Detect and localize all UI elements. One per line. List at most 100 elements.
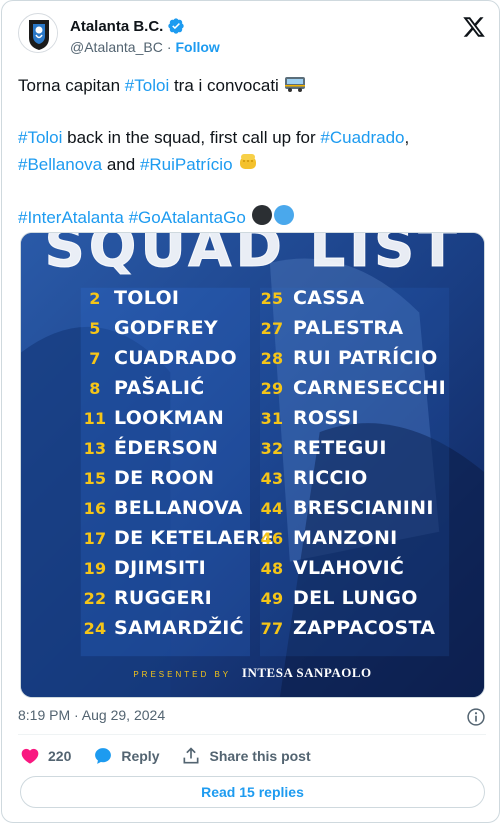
player-name: RUI PATRÍCIO <box>293 347 438 369</box>
player-name: DEL LUNGO <box>293 587 418 609</box>
player-row: 5 GODFREY <box>76 313 274 343</box>
player-name: DJIMSITI <box>114 557 207 579</box>
sponsor-line: PRESENTED BY INTESA SANPAOLO <box>21 665 484 681</box>
player-number: 48 <box>260 558 284 578</box>
player-row: 17 DE KETELAERE <box>76 523 274 553</box>
player-number: 27 <box>260 318 284 338</box>
text-segment: tra i convocati <box>169 76 284 95</box>
hashtag-toloi[interactable]: #Toloi <box>125 76 169 95</box>
player-row: 2 TOLOI <box>76 283 274 313</box>
reply-label: Reply <box>121 748 160 764</box>
hashtag-ruipatricio[interactable]: #RuiPatrício <box>140 155 233 174</box>
player-number: 29 <box>260 378 284 398</box>
player-number: 13 <box>83 438 107 458</box>
player-number: 19 <box>83 558 107 578</box>
player-row: 31 ROSSI <box>251 403 446 433</box>
player-name: RETEGUI <box>293 437 387 459</box>
timestamp[interactable]: 8:19 PM · Aug 29, 2024 <box>18 707 165 723</box>
player-list-left: 2 TOLOI 5 GODFREY 7 CUADRADO 8 PAŠALIĆ 11 LOOKMAN… <box>76 283 274 643</box>
player-row: 77 ZAPPACOSTA <box>251 613 446 643</box>
player-number: 5 <box>89 318 101 338</box>
player-row: 29 CARNESECCHI <box>251 373 446 403</box>
player-row: 16 BELLANOVA <box>76 493 274 523</box>
hashtag-goatalantago[interactable]: #GoAtalantaGo <box>129 208 246 227</box>
player-number: 22 <box>83 588 107 608</box>
player-row: 44 BRESCIANINI <box>251 493 446 523</box>
avatar[interactable] <box>18 13 58 53</box>
player-name: BELLANOVA <box>114 497 243 519</box>
read-replies-button[interactable]: Read 15 replies <box>20 776 485 808</box>
player-row: 15 DE ROON <box>76 463 274 493</box>
player-number: 77 <box>260 618 284 638</box>
tweet-card: Atalanta B.C. @Atalanta_BC · Follow Torn… <box>1 0 500 823</box>
text-segment: and <box>102 155 140 174</box>
separator-dot: · <box>166 39 172 55</box>
presented-by-label: PRESENTED BY <box>133 670 232 679</box>
player-name: BRESCIANINI <box>293 497 434 519</box>
x-logo-icon[interactable] <box>462 15 486 39</box>
share-label: Share this post <box>209 748 311 764</box>
player-number: 44 <box>260 498 284 518</box>
heart-icon <box>21 748 39 764</box>
player-number: 11 <box>83 408 107 428</box>
hashtag-cuadrado[interactable]: #Cuadrado <box>320 128 404 147</box>
player-number: 43 <box>260 468 284 488</box>
player-name: GODFREY <box>114 317 218 339</box>
player-name: MANZONI <box>293 527 398 549</box>
player-row: 22 RUGGERI <box>76 583 274 613</box>
account-handle[interactable]: @Atalanta_BC <box>70 39 163 55</box>
player-name: CUADRADO <box>114 347 237 369</box>
player-row: 43 RICCIO <box>251 463 446 493</box>
hashtag-interatalanta[interactable]: #InterAtalanta <box>18 208 124 227</box>
text-segment: Torna capitan <box>18 76 125 95</box>
player-number: 49 <box>260 588 284 608</box>
verified-badge-icon <box>168 18 185 34</box>
player-name: ROSSI <box>293 407 359 429</box>
player-name: ÉDERSON <box>114 437 219 459</box>
like-count: 220 <box>48 748 72 764</box>
player-row: 13 ÉDERSON <box>76 433 274 463</box>
follow-button[interactable]: Follow <box>176 39 220 55</box>
player-name: DE ROON <box>114 467 215 489</box>
player-name: VLAHOVIĆ <box>293 557 405 579</box>
player-number: 16 <box>83 498 107 518</box>
tweet-text: Torna capitan #Toloi tra i convocati #To… <box>18 73 488 231</box>
player-row: 48 VLAHOVIĆ <box>251 553 446 583</box>
player-number: 46 <box>260 528 284 548</box>
player-name: ZAPPACOSTA <box>293 617 436 639</box>
player-row: 8 PAŠALIĆ <box>76 373 274 403</box>
player-name: PAŠALIĆ <box>114 377 205 399</box>
poster-title: SQUAD LIST <box>44 232 461 281</box>
action-bar: 220 Reply Share this post <box>20 745 333 767</box>
player-row: 32 RETEGUI <box>251 433 446 463</box>
share-button[interactable]: Share this post <box>181 746 311 766</box>
reply-button[interactable]: Reply <box>93 746 159 766</box>
hashtag-toloi[interactable]: #Toloi <box>18 128 62 147</box>
player-number: 31 <box>260 408 284 428</box>
player-number: 15 <box>83 468 107 488</box>
account-name[interactable]: Atalanta B.C. <box>70 18 163 35</box>
fist-emoji-icon <box>240 154 257 169</box>
player-list-right: 25 CASSA 27 PALESTRA 28 RUI PATRÍCIO 29 CARNESE… <box>251 283 446 643</box>
share-icon <box>183 747 199 764</box>
player-number: 8 <box>89 378 101 398</box>
player-name: DE KETELAERE <box>114 527 275 549</box>
player-row: 19 DJIMSITI <box>76 553 274 583</box>
player-number: 25 <box>260 288 284 308</box>
reply-bubble-icon <box>95 748 112 764</box>
player-row: 7 CUADRADO <box>76 343 274 373</box>
player-name: CASSA <box>293 287 365 309</box>
info-icon[interactable] <box>466 707 486 727</box>
player-number: 2 <box>89 288 101 308</box>
player-name: SAMARDŽIĆ <box>114 617 244 639</box>
divider <box>18 734 486 735</box>
timestamp-row: 8:19 PM · Aug 29, 2024 <box>18 707 486 727</box>
player-number: 7 <box>89 348 101 368</box>
squad-list-image[interactable]: SQUAD LIST 2 TOLOI 5 GODFREY 7 CUADRADO 8 PAŠAL… <box>20 232 485 698</box>
player-number: 24 <box>83 618 107 638</box>
tweet-header: Atalanta B.C. @Atalanta_BC · Follow <box>18 13 486 61</box>
text-segment: , <box>404 128 410 147</box>
player-name: CARNESECCHI <box>293 377 446 399</box>
hashtag-bellanova[interactable]: #Bellanova <box>18 155 102 174</box>
like-button[interactable]: 220 <box>20 746 71 766</box>
